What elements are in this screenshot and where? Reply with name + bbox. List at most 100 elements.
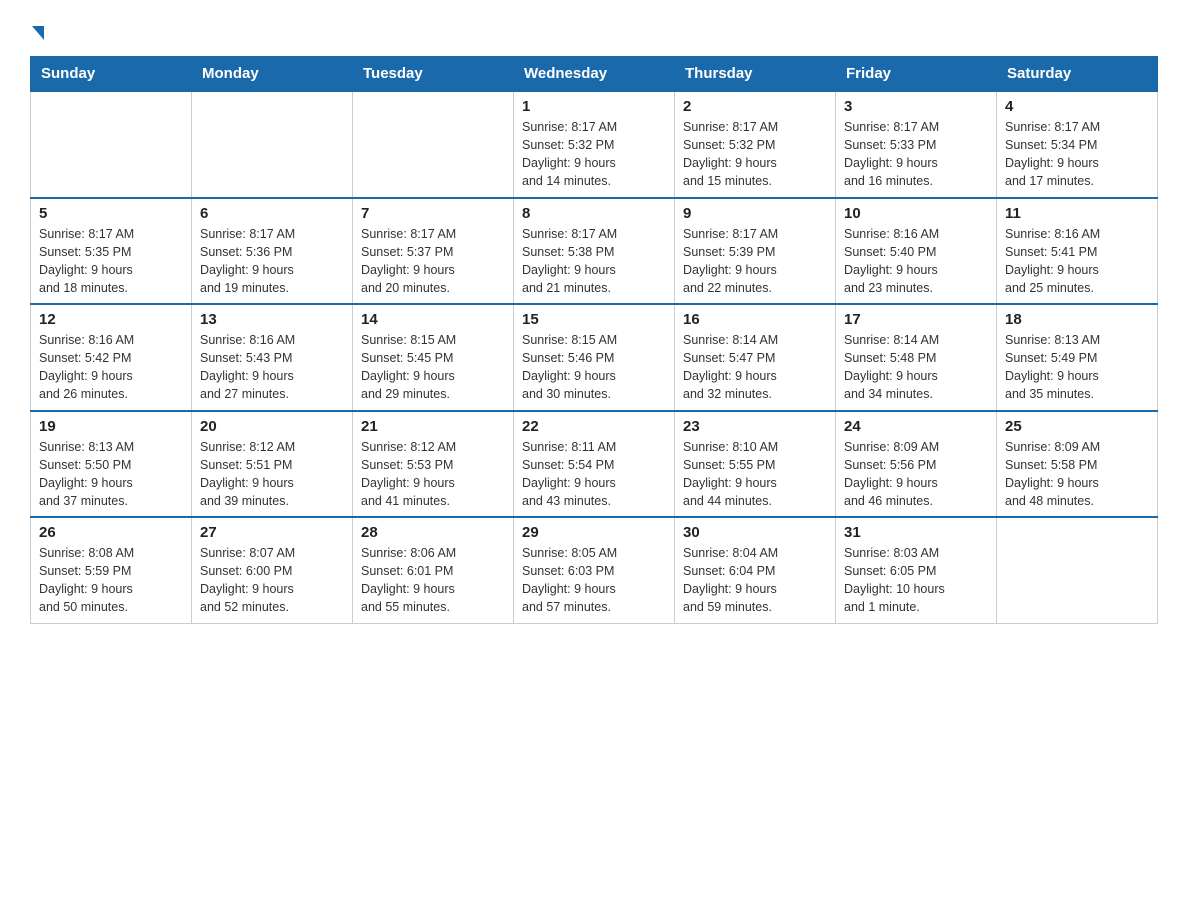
day-info: Sunrise: 8:15 AMSunset: 5:45 PMDaylight:… <box>361 331 505 404</box>
calendar-cell: 6 Sunrise: 8:17 AMSunset: 5:36 PMDaylight… <box>192 198 353 305</box>
calendar-cell <box>353 91 514 198</box>
day-info: Sunrise: 8:17 AMSunset: 5:36 PMDaylight:… <box>200 225 344 298</box>
page-header <box>30 20 1158 44</box>
calendar-cell: 8 Sunrise: 8:17 AMSunset: 5:38 PMDaylight… <box>514 198 675 305</box>
calendar-cell: 7 Sunrise: 8:17 AMSunset: 5:37 PMDaylight… <box>353 198 514 305</box>
calendar-cell: 13 Sunrise: 8:16 AMSunset: 5:43 PMDayligh… <box>192 304 353 411</box>
calendar-cell: 29Sunrise: 8:05 AMSunset: 6:03 PMDayligh… <box>514 517 675 623</box>
day-number: 7 <box>361 205 505 222</box>
calendar-cell: 19 Sunrise: 8:13 AMSunset: 5:50 PMDayligh… <box>31 411 192 518</box>
calendar-cell: 3 Sunrise: 8:17 AMSunset: 5:33 PMDaylight… <box>836 91 997 198</box>
calendar-cell: 16Sunrise: 8:14 AMSunset: 5:47 PMDayligh… <box>675 304 836 411</box>
day-info: Sunrise: 8:17 AMSunset: 5:38 PMDaylight:… <box>522 225 666 298</box>
day-info: Sunrise: 8:14 AMSunset: 5:47 PMDaylight:… <box>683 331 827 404</box>
calendar-cell: 11Sunrise: 8:16 AMSunset: 5:41 PMDayligh… <box>997 198 1158 305</box>
day-info: Sunrise: 8:03 AMSunset: 6:05 PMDaylight:… <box>844 544 988 617</box>
calendar-cell: 4 Sunrise: 8:17 AMSunset: 5:34 PMDaylight… <box>997 91 1158 198</box>
calendar-cell: 10 Sunrise: 8:16 AMSunset: 5:40 PMDayligh… <box>836 198 997 305</box>
calendar-cell <box>192 91 353 198</box>
day-info: Sunrise: 8:11 AMSunset: 5:54 PMDaylight:… <box>522 438 666 511</box>
calendar-week-row: 1Sunrise: 8:17 AMSunset: 5:32 PMDaylight… <box>31 91 1158 198</box>
calendar-header-saturday: Saturday <box>997 57 1158 92</box>
calendar-cell: 14 Sunrise: 8:15 AMSunset: 5:45 PMDayligh… <box>353 304 514 411</box>
day-info: Sunrise: 8:17 AMSunset: 5:34 PMDaylight:… <box>1005 118 1149 191</box>
calendar-header-friday: Friday <box>836 57 997 92</box>
day-number: 24 <box>844 418 988 435</box>
day-number: 25 <box>1005 418 1149 435</box>
calendar-cell: 17 Sunrise: 8:14 AMSunset: 5:48 PMDayligh… <box>836 304 997 411</box>
day-number: 3 <box>844 98 988 115</box>
day-number: 6 <box>200 205 344 222</box>
calendar-cell: 25 Sunrise: 8:09 AMSunset: 5:58 PMDayligh… <box>997 411 1158 518</box>
logo-arrow-icon <box>32 26 44 40</box>
day-number: 30 <box>683 524 827 541</box>
calendar-week-row: 26Sunrise: 8:08 AMSunset: 5:59 PMDayligh… <box>31 517 1158 623</box>
day-info: Sunrise: 8:13 AMSunset: 5:50 PMDaylight:… <box>39 438 183 511</box>
day-number: 9 <box>683 205 827 222</box>
day-info: Sunrise: 8:17 AMSunset: 5:37 PMDaylight:… <box>361 225 505 298</box>
day-number: 12 <box>39 311 183 328</box>
day-number: 18 <box>1005 311 1149 328</box>
day-number: 17 <box>844 311 988 328</box>
day-number: 22 <box>522 418 666 435</box>
calendar-cell: 20Sunrise: 8:12 AMSunset: 5:51 PMDayligh… <box>192 411 353 518</box>
day-info: Sunrise: 8:17 AMSunset: 5:32 PMDaylight:… <box>522 118 666 191</box>
day-info: Sunrise: 8:06 AMSunset: 6:01 PMDaylight:… <box>361 544 505 617</box>
day-number: 8 <box>522 205 666 222</box>
calendar-header-row: SundayMondayTuesdayWednesdayThursdayFrid… <box>31 57 1158 92</box>
day-info: Sunrise: 8:17 AMSunset: 5:35 PMDaylight:… <box>39 225 183 298</box>
day-number: 27 <box>200 524 344 541</box>
day-info: Sunrise: 8:09 AMSunset: 5:58 PMDaylight:… <box>1005 438 1149 511</box>
day-number: 10 <box>844 205 988 222</box>
calendar-cell: 15Sunrise: 8:15 AMSunset: 5:46 PMDayligh… <box>514 304 675 411</box>
day-number: 19 <box>39 418 183 435</box>
calendar-week-row: 12 Sunrise: 8:16 AMSunset: 5:42 PMDayligh… <box>31 304 1158 411</box>
calendar-header-monday: Monday <box>192 57 353 92</box>
calendar-week-row: 19 Sunrise: 8:13 AMSunset: 5:50 PMDayligh… <box>31 411 1158 518</box>
day-number: 29 <box>522 524 666 541</box>
calendar-header-wednesday: Wednesday <box>514 57 675 92</box>
calendar-cell: 5Sunrise: 8:17 AMSunset: 5:35 PMDaylight… <box>31 198 192 305</box>
day-number: 15 <box>522 311 666 328</box>
calendar-cell: 2 Sunrise: 8:17 AMSunset: 5:32 PMDaylight… <box>675 91 836 198</box>
day-info: Sunrise: 8:08 AMSunset: 5:59 PMDaylight:… <box>39 544 183 617</box>
day-number: 13 <box>200 311 344 328</box>
calendar-week-row: 5Sunrise: 8:17 AMSunset: 5:35 PMDaylight… <box>31 198 1158 305</box>
calendar-cell: 28 Sunrise: 8:06 AMSunset: 6:01 PMDayligh… <box>353 517 514 623</box>
calendar-cell: 23 Sunrise: 8:10 AMSunset: 5:55 PMDayligh… <box>675 411 836 518</box>
calendar-cell: 9 Sunrise: 8:17 AMSunset: 5:39 PMDaylight… <box>675 198 836 305</box>
calendar-cell: 30 Sunrise: 8:04 AMSunset: 6:04 PMDayligh… <box>675 517 836 623</box>
day-info: Sunrise: 8:14 AMSunset: 5:48 PMDaylight:… <box>844 331 988 404</box>
calendar-cell: 27 Sunrise: 8:07 AMSunset: 6:00 PMDayligh… <box>192 517 353 623</box>
day-number: 2 <box>683 98 827 115</box>
calendar-cell: 22 Sunrise: 8:11 AMSunset: 5:54 PMDayligh… <box>514 411 675 518</box>
calendar-cell: 12 Sunrise: 8:16 AMSunset: 5:42 PMDayligh… <box>31 304 192 411</box>
calendar-cell: 24 Sunrise: 8:09 AMSunset: 5:56 PMDayligh… <box>836 411 997 518</box>
day-info: Sunrise: 8:16 AMSunset: 5:42 PMDaylight:… <box>39 331 183 404</box>
day-info: Sunrise: 8:16 AMSunset: 5:40 PMDaylight:… <box>844 225 988 298</box>
day-info: Sunrise: 8:04 AMSunset: 6:04 PMDaylight:… <box>683 544 827 617</box>
day-number: 23 <box>683 418 827 435</box>
day-info: Sunrise: 8:16 AMSunset: 5:43 PMDaylight:… <box>200 331 344 404</box>
day-info: Sunrise: 8:07 AMSunset: 6:00 PMDaylight:… <box>200 544 344 617</box>
day-info: Sunrise: 8:12 AMSunset: 5:53 PMDaylight:… <box>361 438 505 511</box>
calendar-header-tuesday: Tuesday <box>353 57 514 92</box>
day-info: Sunrise: 8:17 AMSunset: 5:39 PMDaylight:… <box>683 225 827 298</box>
day-info: Sunrise: 8:17 AMSunset: 5:32 PMDaylight:… <box>683 118 827 191</box>
day-number: 21 <box>361 418 505 435</box>
day-number: 31 <box>844 524 988 541</box>
day-info: Sunrise: 8:09 AMSunset: 5:56 PMDaylight:… <box>844 438 988 511</box>
day-number: 11 <box>1005 205 1149 222</box>
day-info: Sunrise: 8:10 AMSunset: 5:55 PMDaylight:… <box>683 438 827 511</box>
day-info: Sunrise: 8:17 AMSunset: 5:33 PMDaylight:… <box>844 118 988 191</box>
day-info: Sunrise: 8:13 AMSunset: 5:49 PMDaylight:… <box>1005 331 1149 404</box>
day-number: 4 <box>1005 98 1149 115</box>
calendar-cell <box>31 91 192 198</box>
calendar-cell: 18 Sunrise: 8:13 AMSunset: 5:49 PMDayligh… <box>997 304 1158 411</box>
logo <box>30 30 44 44</box>
day-number: 28 <box>361 524 505 541</box>
day-number: 14 <box>361 311 505 328</box>
day-info: Sunrise: 8:12 AMSunset: 5:51 PMDaylight:… <box>200 438 344 511</box>
calendar-cell: 26Sunrise: 8:08 AMSunset: 5:59 PMDayligh… <box>31 517 192 623</box>
calendar-cell: 21 Sunrise: 8:12 AMSunset: 5:53 PMDayligh… <box>353 411 514 518</box>
